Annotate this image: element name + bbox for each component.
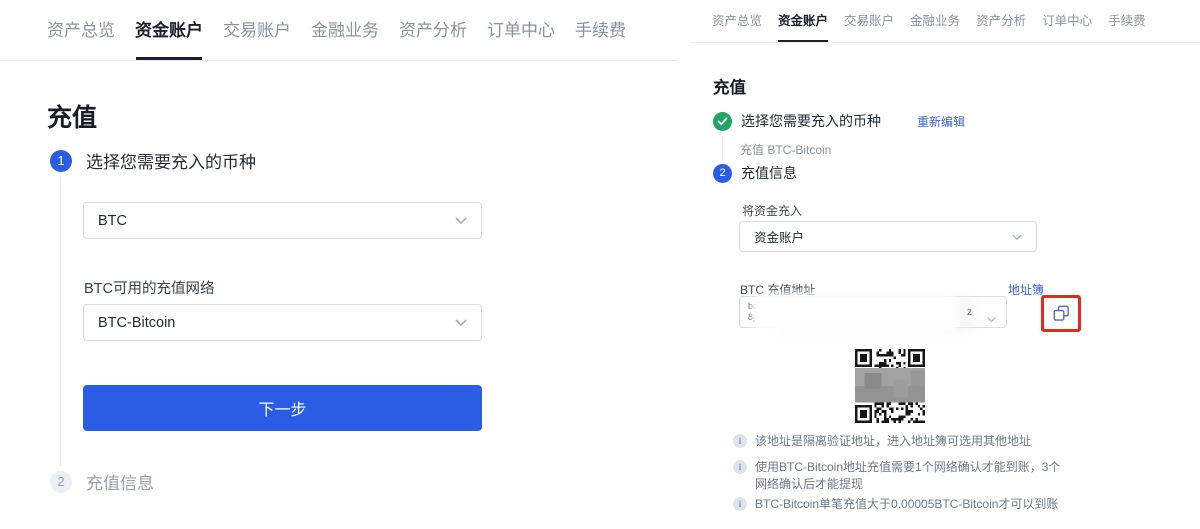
copy-address-button[interactable] [1051, 303, 1072, 324]
deposit-qr-code [855, 349, 925, 423]
tab-trading-account[interactable]: 交易账户 [223, 16, 291, 60]
annotation-highlight-box [1041, 295, 1081, 332]
note-text: 该地址是隔离验证地址，进入地址簿可选用其他地址 [755, 433, 1031, 450]
chevron-down-icon [455, 212, 467, 230]
step-1-badge: 1 [50, 150, 72, 172]
fund-to-label: 将资金充入 [742, 202, 802, 219]
tab-funding-account[interactable]: 资金账户 [135, 16, 203, 60]
tab-order-center[interactable]: 订单中心 [1042, 10, 1092, 42]
account-select[interactable]: 资金账户 [739, 221, 1037, 252]
step-1-row: 1 选择您需要充入的币种 [50, 148, 256, 173]
tab-finance[interactable]: 金融业务 [910, 10, 960, 42]
chevron-down-icon [987, 310, 996, 328]
note-row: i BTC-Bitcoin单笔充值大于0.00005BTC-Bitcoin才可以… [733, 496, 1058, 513]
tab-bar-right: 资产总览 资金账户 交易账户 金融业务 资产分析 订单中心 手续费 [690, 0, 1200, 43]
tab-fees[interactable]: 手续费 [575, 16, 626, 60]
note-row: i 该地址是隔离验证地址，进入地址簿可选用其他地址 [733, 433, 1031, 450]
tab-asset-analysis[interactable]: 资产分析 [399, 16, 467, 60]
tab-asset-overview[interactable]: 资产总览 [47, 16, 115, 60]
account-select-value: 资金账户 [754, 227, 804, 246]
step-1-label: 选择您需要充入的币种 [741, 111, 881, 131]
step-2-badge: 2 [50, 471, 72, 493]
re-edit-link[interactable]: 重新编辑 [917, 113, 965, 130]
address-book-link[interactable]: 地址簿 [1008, 281, 1044, 298]
step-connector-line [60, 178, 61, 466]
step-1-summary: 充值 BTC-Bitcoin [740, 141, 831, 158]
next-step-button[interactable]: 下一步 [83, 385, 482, 431]
panel-right: 资产总览 资金账户 交易账户 金融业务 资产分析 订单中心 手续费 充值 选择您… [690, 0, 1200, 529]
address-blur-overlay [756, 298, 954, 327]
step-1-done-row: 选择您需要充入的币种 重新编辑 [713, 111, 965, 131]
note-text: BTC-Bitcoin单笔充值大于0.00005BTC-Bitcoin才可以到账 [755, 496, 1058, 513]
tab-funding-account[interactable]: 资金账户 [778, 10, 828, 42]
step-2-row: 2 充值信息 [50, 469, 154, 494]
step-2-row: 2 充值信息 [713, 163, 797, 183]
note-row: i 使用BTC-Bitcoin地址充值需要1个网络确认才能到账，3个 网络确认后… [733, 459, 1060, 493]
deposit-address-suffix: z [967, 307, 972, 318]
coin-select[interactable]: BTC [83, 202, 482, 239]
coin-select-value: BTC [98, 213, 127, 229]
tab-bar-left: 资产总览 资金账户 交易账户 金融业务 资产分析 订单中心 手续费 [0, 0, 678, 61]
deposit-address-select[interactable]: bc 8je z [739, 296, 1007, 328]
page-title: 充值 [47, 98, 97, 134]
step-2-label: 充值信息 [741, 163, 797, 183]
info-icon: i [733, 497, 747, 511]
panel-left: 资产总览 资金账户 交易账户 金融业务 资产分析 订单中心 手续费 充值 1 选… [0, 0, 678, 529]
tab-finance[interactable]: 金融业务 [311, 16, 379, 60]
step-2-label: 充值信息 [86, 469, 154, 494]
chevron-down-icon [455, 314, 467, 332]
info-icon: i [733, 460, 747, 474]
network-label: BTC可用的充值网络 [84, 277, 215, 298]
deposit-page: 资产总览 资金账户 交易账户 金融业务 资产分析 订单中心 手续费 充值 1 选… [0, 0, 1200, 529]
tab-asset-overview[interactable]: 资产总览 [712, 10, 762, 42]
step-connector-line [722, 136, 723, 160]
tab-order-center[interactable]: 订单中心 [487, 16, 555, 60]
tab-fees[interactable]: 手续费 [1108, 10, 1146, 42]
network-select[interactable]: BTC-Bitcoin [83, 304, 482, 341]
tab-asset-analysis[interactable]: 资产分析 [976, 10, 1026, 42]
tab-trading-account[interactable]: 交易账户 [844, 10, 894, 42]
chevron-down-icon [1012, 228, 1022, 246]
step-1-label: 选择您需要充入的币种 [86, 148, 256, 173]
copy-icon [1053, 305, 1070, 322]
step-done-check-icon [713, 112, 732, 131]
network-select-value: BTC-Bitcoin [98, 315, 175, 331]
note-text: 使用BTC-Bitcoin地址充值需要1个网络确认才能到账，3个 网络确认后才能… [755, 459, 1060, 493]
info-icon: i [733, 434, 747, 448]
step-2-badge: 2 [713, 164, 732, 183]
page-title: 充值 [713, 74, 746, 98]
